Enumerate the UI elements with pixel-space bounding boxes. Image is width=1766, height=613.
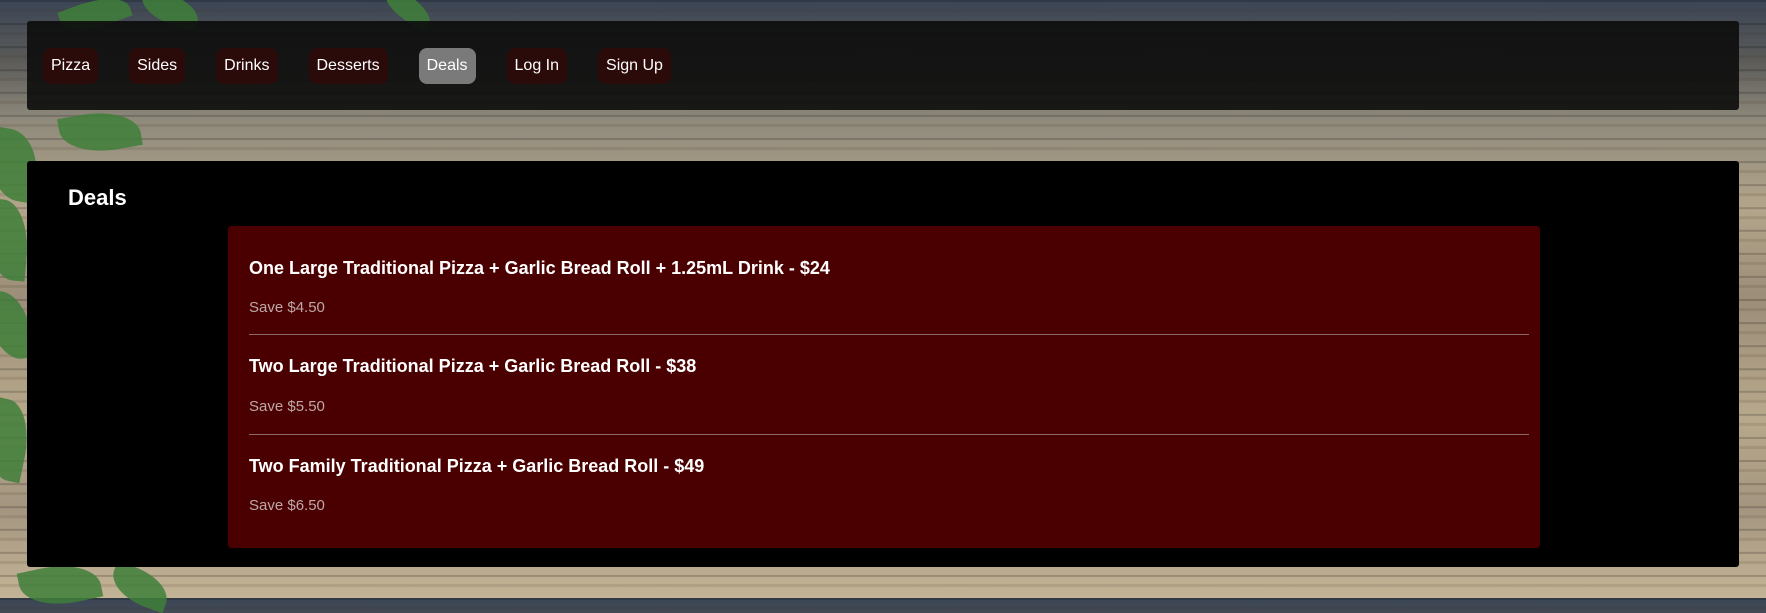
nav-item-label: Deals: [426, 56, 468, 74]
deal-title: One Large Traditional Pizza + Garlic Bre…: [249, 258, 830, 278]
nav-item-pizza[interactable]: Pizza: [43, 47, 99, 84]
deal-savings: Save $5.50: [249, 398, 325, 415]
nav-list: Pizza Sides Drinks Desserts Deals Log In…: [43, 21, 1739, 110]
deal-item: Two Family Traditional Pizza + Garlic Br…: [249, 434, 1529, 544]
deal-title: Two Large Traditional Pizza + Garlic Bre…: [249, 356, 697, 376]
nav-item-deals[interactable]: Deals: [418, 47, 476, 84]
nav-item-label: Pizza: [51, 56, 91, 74]
background-leaf-icon: [105, 560, 175, 613]
nav-item-log-in[interactable]: Log In: [506, 47, 568, 84]
deal-title: Two Family Traditional Pizza + Garlic Br…: [249, 456, 705, 476]
deal-item: Two Large Traditional Pizza + Garlic Bre…: [249, 334, 1529, 435]
nav-item-sign-up[interactable]: Sign Up: [598, 47, 671, 84]
nav-item-desserts[interactable]: Desserts: [308, 47, 388, 84]
nav-item-label: Sign Up: [606, 56, 663, 74]
nav-item-sides[interactable]: Sides: [129, 47, 186, 84]
nav-item-label: Log In: [514, 56, 560, 74]
deals-list: One Large Traditional Pizza + Garlic Bre…: [228, 226, 1540, 548]
deal-savings: Save $4.50: [249, 299, 325, 316]
deals-panel: Deals One Large Traditional Pizza + Garl…: [27, 161, 1739, 567]
nav-item-label: Sides: [137, 56, 178, 74]
nav-item-label: Drinks: [224, 56, 270, 74]
nav-item-drinks[interactable]: Drinks: [216, 47, 278, 84]
top-navbar: Pizza Sides Drinks Desserts Deals Log In…: [27, 21, 1739, 110]
background-leaf-icon: [57, 105, 143, 159]
deal-item: One Large Traditional Pizza + Garlic Bre…: [249, 226, 1529, 335]
nav-item-label: Desserts: [316, 56, 380, 74]
deal-savings: Save $6.50: [249, 497, 325, 514]
page-title: Deals: [68, 185, 127, 210]
